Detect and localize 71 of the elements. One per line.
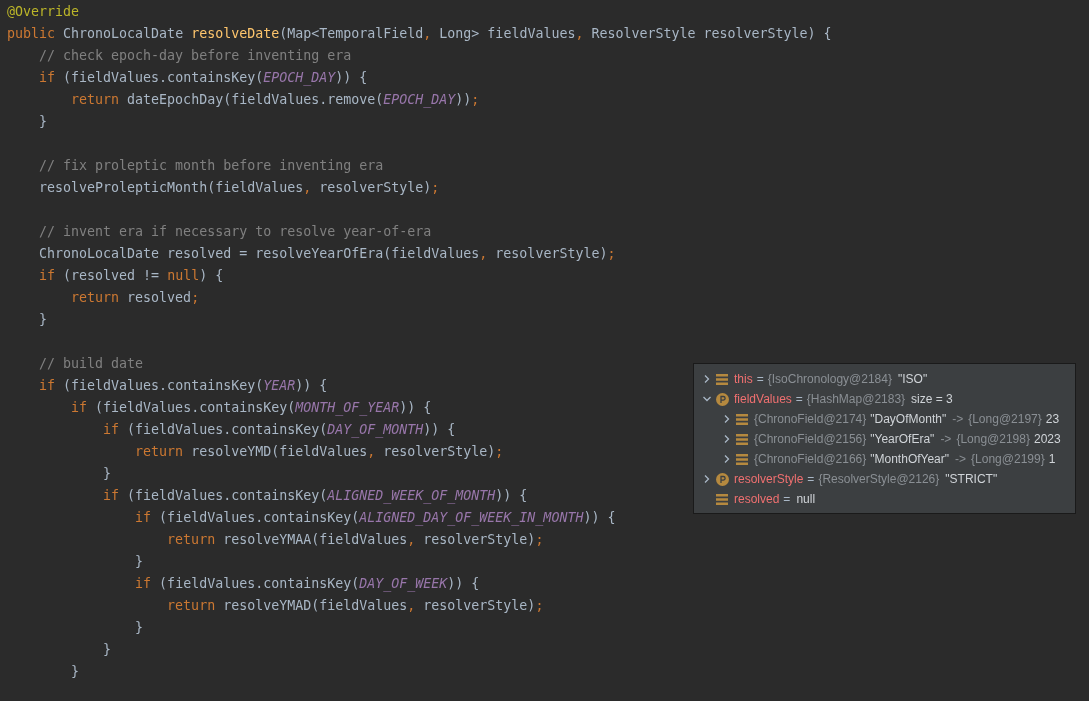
equals-sign: =: [783, 491, 791, 508]
parameter-icon: [716, 392, 729, 406]
chevron-right-icon[interactable]: [722, 434, 732, 444]
entry-value-type: {Long@2199}: [971, 451, 1045, 468]
entry-value: 1: [1048, 451, 1056, 468]
entry-key: "DayOfMonth": [870, 410, 947, 428]
equals-sign: =: [795, 391, 803, 408]
code-line: // build date: [38, 355, 144, 373]
entry-arrow: ->: [940, 431, 952, 448]
code-line: ChronoLocalDate resolved = resolveYearOfEra(fieldValues, resolverStyle);: [38, 245, 616, 263]
equals-sign: =: [756, 371, 764, 388]
code-line: return resolved;: [70, 289, 200, 307]
entry-value-type: {Long@2197}: [968, 411, 1042, 428]
variable-name: resolverStyle: [734, 471, 804, 488]
entry-arrow: ->: [955, 451, 967, 468]
code-line: }: [38, 311, 48, 329]
code-line: return resolveYMAA(fieldValues, resolverStyle);: [166, 531, 544, 549]
variable-value: "STRICT": [945, 471, 998, 488]
code-line: if (resolved != null) {: [38, 267, 224, 285]
variable-value: null: [796, 491, 816, 508]
variable-type: {IsoChronology@2184}: [767, 371, 892, 388]
code-line: if (fieldValues.containsKey(MONTH_OF_YEAR)) {: [70, 399, 432, 418]
code-line: }: [102, 465, 112, 483]
entry-key-type: {ChronoField@2166}: [754, 451, 867, 468]
variable-type: {ResolverStyle@2126}: [818, 471, 940, 488]
code-line: // fix proleptic month before inventing era: [38, 157, 384, 175]
code-line: }: [102, 641, 112, 659]
variable-value: "ISO": [898, 371, 928, 388]
code-line: return dateEpochDay(fieldValues.remove(EPOCH_DAY));: [70, 91, 480, 110]
code-line: }: [38, 113, 48, 131]
code-line: // check epoch-day before inventing era: [38, 47, 352, 65]
code-line: }: [134, 553, 144, 571]
field-icon: [716, 493, 728, 505]
code-line: }: [70, 663, 80, 681]
variable-type: {HashMap@2183}: [806, 391, 906, 408]
field-icon: [736, 453, 748, 465]
code-line: if (fieldValues.containsKey(ALIGNED_DAY_OF_WEEK_IN_MONTH)) {: [134, 509, 616, 528]
equals-sign: =: [807, 471, 815, 488]
code-line: resolveProlepticMonth(fieldValues, resolverStyle);: [38, 179, 440, 197]
code-line: if (fieldValues.containsKey(YEAR)) {: [38, 377, 328, 395]
code-line: public ChronoLocalDate resolveDate(Map<TemporalField, Long> fieldValues, ResolverStyle resolverStyle) {: [6, 25, 832, 43]
entry-value: 2023: [1034, 431, 1061, 448]
entry-arrow: ->: [952, 411, 964, 428]
field-icon: [716, 373, 728, 385]
code-line: if (fieldValues.containsKey(ALIGNED_WEEK_OF_MONTH)) {: [102, 487, 528, 506]
chevron-right-icon[interactable]: [722, 454, 732, 464]
code-line: if (fieldValues.containsKey(DAY_OF_WEEK)) {: [134, 575, 480, 594]
variable-name: resolved: [734, 491, 780, 508]
entry-key-type: {ChronoField@2156}: [754, 431, 867, 448]
variable-name: fieldValues: [734, 391, 792, 408]
entry-value: 23: [1045, 411, 1060, 428]
code-line: // invent era if necessary to resolve year-of-era: [38, 223, 432, 241]
entry-value-type: {Long@2198}: [956, 431, 1030, 448]
variable-value: size = 3: [911, 391, 953, 408]
field-icon: [736, 413, 748, 425]
code-line: return resolveYMD(fieldValues, resolverStyle);: [134, 443, 504, 461]
code-line: if (fieldValues.containsKey(EPOCH_DAY)) {: [38, 69, 368, 88]
code-line: return resolveYMAD(fieldValues, resolverStyle);: [166, 597, 544, 615]
field-icon: [736, 433, 748, 445]
entry-key-type: {ChronoField@2174}: [754, 411, 867, 428]
entry-key: "MonthOfYear": [870, 450, 950, 468]
chevron-right-icon[interactable]: [722, 414, 732, 424]
code-line: if (fieldValues.containsKey(DAY_OF_MONTH)) {: [102, 421, 456, 440]
chevron-right-icon[interactable]: [702, 474, 712, 484]
code-line: @Override: [6, 3, 80, 21]
variable-name: this: [734, 371, 753, 388]
chevron-right-icon[interactable]: [702, 374, 712, 384]
chevron-down-icon[interactable]: [702, 394, 712, 404]
parameter-icon: [716, 472, 729, 486]
entry-key: "YearOfEra": [870, 430, 935, 448]
code-line: }: [134, 619, 144, 637]
